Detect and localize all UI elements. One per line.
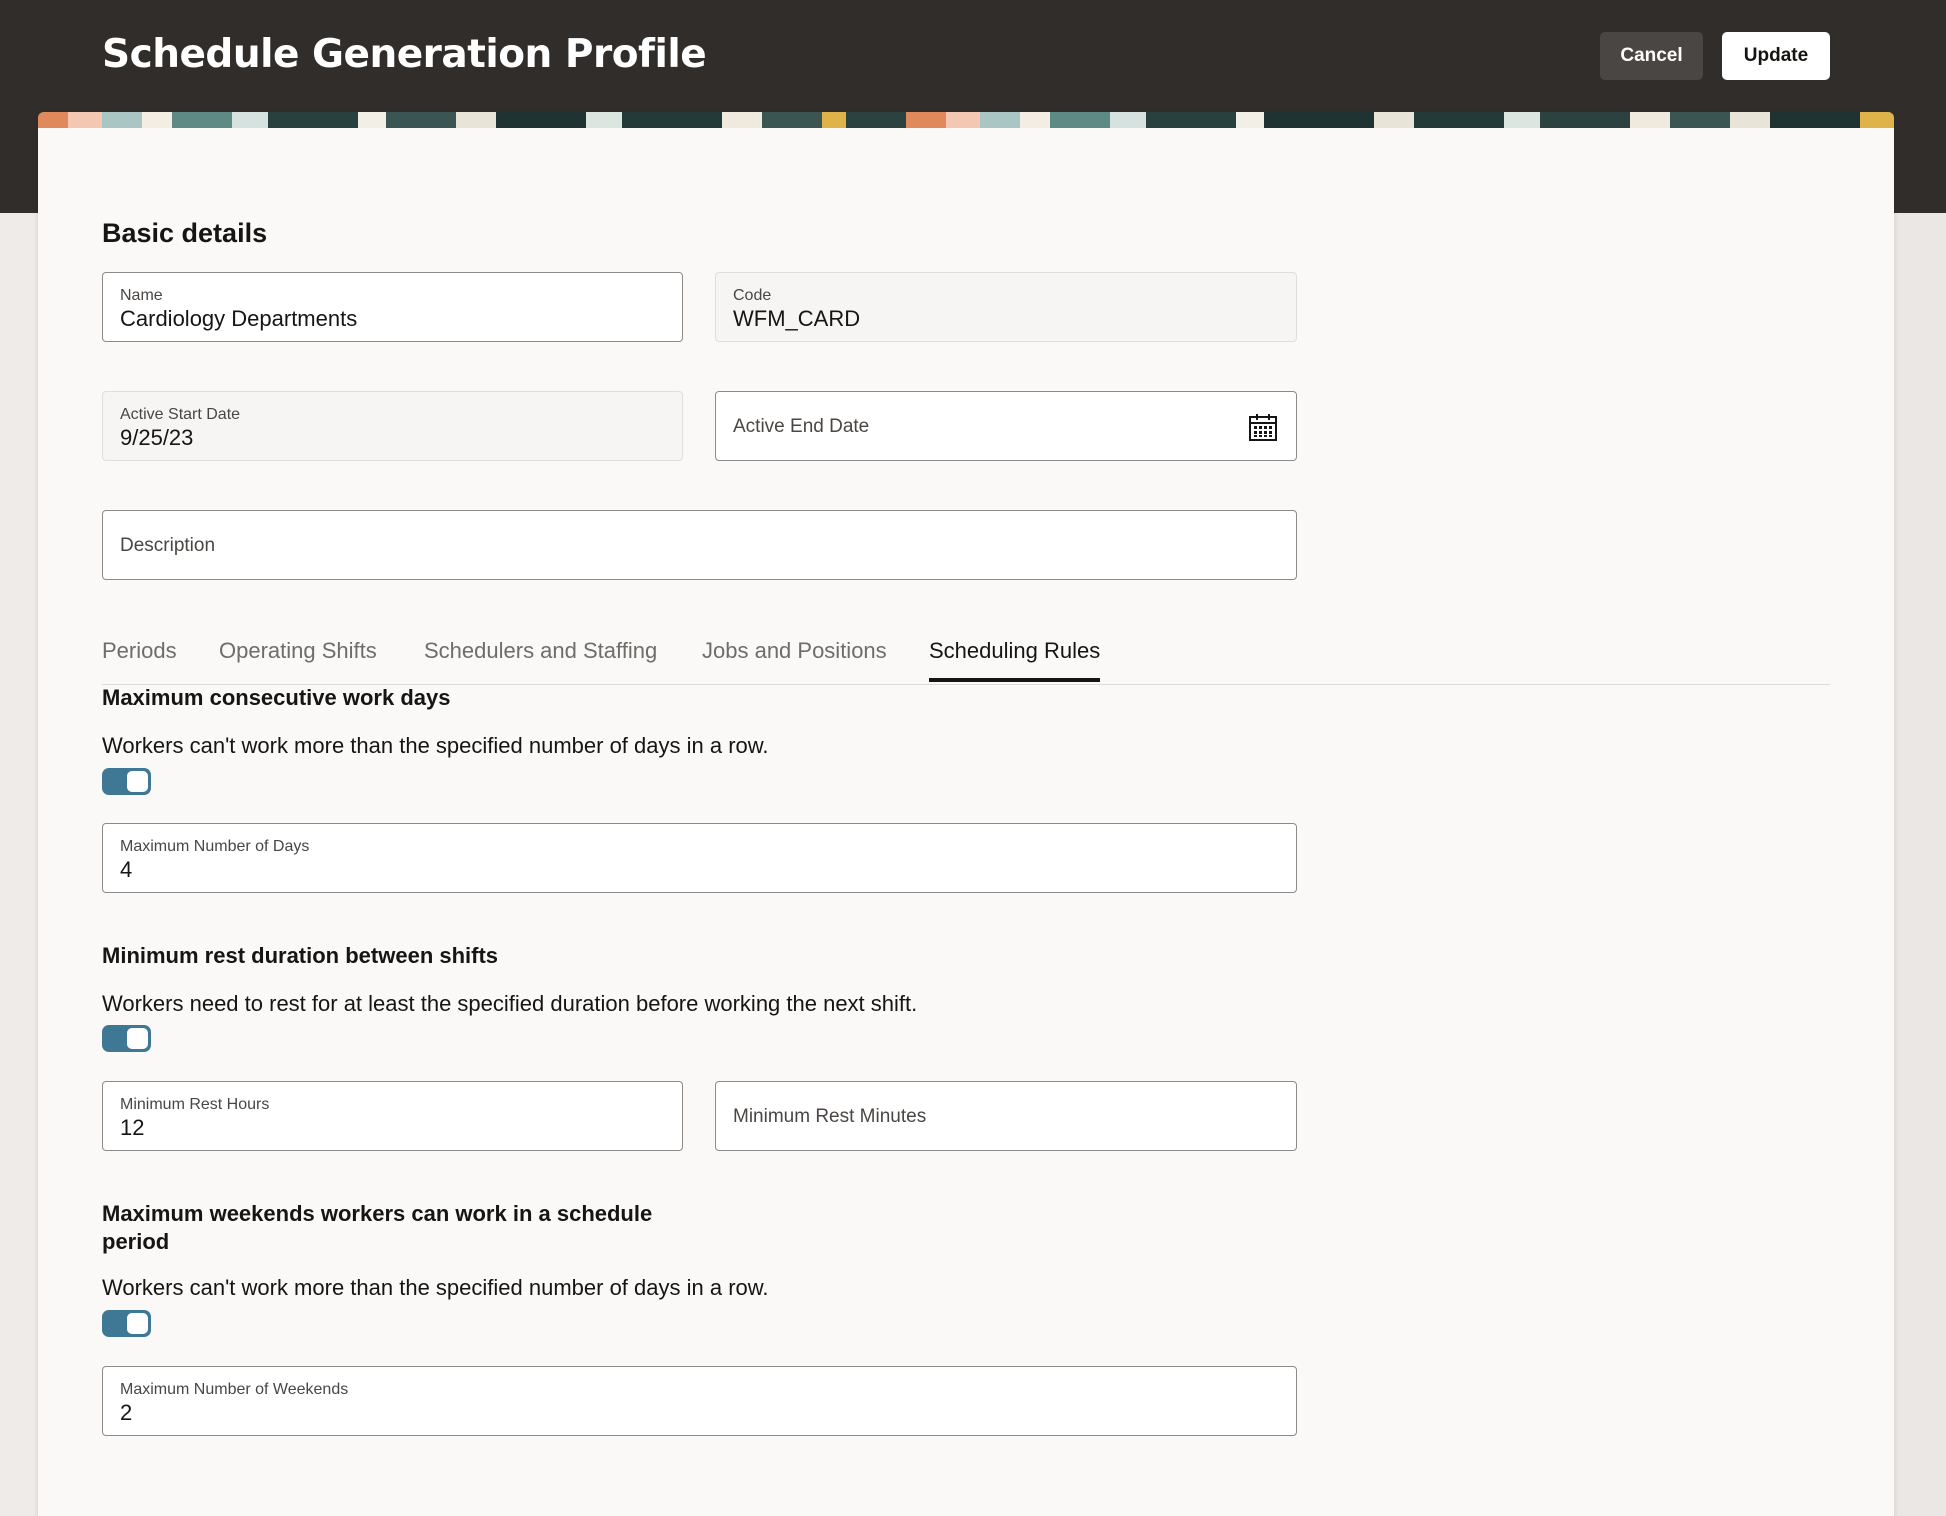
max-consecutive-toggle[interactable]: [102, 768, 151, 795]
toggle-knob: [127, 1028, 148, 1049]
toggle-knob: [127, 1313, 148, 1334]
active-start-date-field: Active Start Date 9/25/23: [102, 391, 683, 461]
active-end-date-field[interactable]: Active End Date: [715, 391, 1297, 461]
toggle-knob: [127, 771, 148, 792]
max-number-of-weekends-field[interactable]: Maximum Number of Weekends 2: [102, 1366, 1297, 1436]
max-weekends-heading: Maximum weekends workers can work in a s…: [102, 1200, 652, 1256]
min-rest-hours-label: Minimum Rest Hours: [120, 1096, 270, 1113]
code-label: Code: [733, 287, 772, 304]
calendar-icon[interactable]: [1248, 412, 1278, 442]
profile-tabs: Periods Operating Shifts Schedulers and …: [102, 630, 1830, 685]
max-number-of-weekends-label: Maximum Number of Weekends: [120, 1381, 349, 1398]
max-consecutive-heading: Maximum consecutive work days: [102, 685, 451, 710]
active-start-date-value: 9/25/23: [120, 425, 194, 450]
min-rest-hours-value[interactable]: 12: [120, 1115, 144, 1141]
tab-schedulers-and-staffing[interactable]: Schedulers and Staffing: [424, 638, 657, 678]
max-number-of-days-field[interactable]: Maximum Number of Days 4: [102, 823, 1297, 893]
page-background-right: [1894, 213, 1946, 1516]
max-weekends-heading-line-2: period: [102, 1229, 170, 1254]
active-start-date-label: Active Start Date: [120, 406, 241, 423]
basic-details-heading: Basic details: [102, 218, 268, 248]
decorative-banner: [38, 112, 1894, 128]
max-number-of-days-label: Maximum Number of Days: [120, 838, 310, 855]
max-weekends-heading-line-1: Maximum weekends workers can work in a s…: [102, 1201, 653, 1226]
max-weekends-toggle[interactable]: [102, 1310, 151, 1337]
name-value[interactable]: Cardiology Departments: [120, 306, 357, 332]
tab-operating-shifts[interactable]: Operating Shifts: [219, 638, 377, 678]
update-button[interactable]: Update: [1722, 32, 1830, 80]
description-field[interactable]: Description: [102, 510, 1297, 580]
name-label: Name: [120, 287, 163, 304]
cancel-button[interactable]: Cancel: [1600, 32, 1703, 80]
max-number-of-weekends-value[interactable]: 2: [120, 1400, 132, 1426]
code-value: WFM_CARD: [733, 306, 861, 331]
max-number-of-days-value[interactable]: 4: [120, 857, 132, 883]
active-end-date-placeholder: Active End Date: [733, 416, 870, 437]
max-consecutive-description: Workers can't work more than the specifi…: [102, 733, 769, 758]
description-placeholder: Description: [120, 535, 216, 556]
code-field: Code WFM_CARD: [715, 272, 1297, 342]
tab-scheduling-rules[interactable]: Scheduling Rules: [929, 638, 1101, 682]
min-rest-hours-field[interactable]: Minimum Rest Hours 12: [102, 1081, 683, 1151]
max-weekends-description: Workers can't work more than the specifi…: [102, 1275, 769, 1300]
tab-periods[interactable]: Periods: [102, 638, 177, 678]
min-rest-minutes-field[interactable]: Minimum Rest Minutes: [715, 1081, 1297, 1151]
name-field[interactable]: Name Cardiology Departments: [102, 272, 683, 342]
min-rest-description: Workers need to rest for at least the sp…: [102, 991, 918, 1016]
page-title: Schedule Generation Profile: [102, 32, 707, 77]
min-rest-minutes-placeholder: Minimum Rest Minutes: [733, 1106, 927, 1127]
min-rest-toggle[interactable]: [102, 1025, 151, 1052]
page-background-left: [0, 213, 38, 1516]
tab-jobs-and-positions[interactable]: Jobs and Positions: [702, 638, 887, 678]
min-rest-heading: Minimum rest duration between shifts: [102, 943, 499, 968]
